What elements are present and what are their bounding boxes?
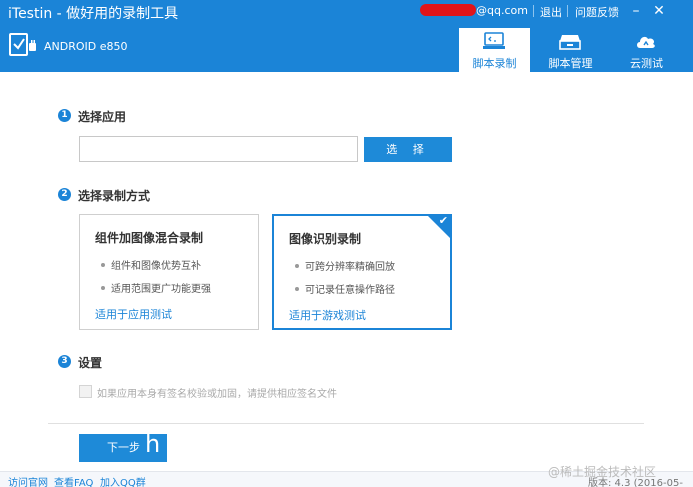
app-path-input[interactable]	[79, 136, 358, 162]
device-name: ANDROID e850	[44, 40, 128, 53]
section-title-settings: 设置	[78, 356, 103, 370]
record-icon	[483, 32, 505, 49]
card-feature-text: 组件和图像优势互补	[111, 261, 201, 272]
redacted-username	[420, 4, 476, 16]
card-usage-link[interactable]: 适用于应用测试	[95, 306, 172, 322]
separator	[533, 5, 534, 17]
card-usage-link[interactable]: 适用于游戏测试	[289, 307, 366, 323]
device-bar: ANDROID e850 脚本录制 脚本管理 云测试	[0, 25, 693, 72]
overlay-glyph: h	[145, 434, 161, 458]
card-feature-text: 可跨分辨率精确回放	[305, 262, 395, 273]
bullet-icon	[295, 264, 299, 268]
step-number: 3	[58, 355, 71, 368]
feedback-link[interactable]: 问题反馈	[575, 4, 619, 20]
device-connected-icon	[9, 33, 36, 56]
tab-script-manage[interactable]: 脚本管理	[535, 28, 606, 72]
section-title-select-app: 选择应用	[78, 110, 127, 124]
tab-cloud-test[interactable]: 云测试	[611, 28, 682, 72]
card-feature: 可跨分辨率精确回放	[295, 258, 395, 273]
step-number: 2	[58, 188, 71, 201]
card-feature-text: 可记录任意操作路径	[305, 285, 395, 296]
select-app-button[interactable]: 选 择	[364, 137, 452, 162]
cloud-icon	[637, 36, 655, 48]
card-title: 组件加图像混合录制	[95, 231, 204, 245]
bullet-icon	[101, 263, 105, 267]
card-title: 图像识别录制	[289, 232, 362, 246]
app-title: iTestin - 做好用的录制工具	[8, 6, 179, 22]
user-email: @qq.com	[476, 4, 528, 17]
footer-link-faq[interactable]: 查看FAQ	[54, 474, 93, 487]
card-feature: 可记录任意操作路径	[295, 281, 395, 296]
logout-link[interactable]: 退出	[540, 4, 562, 20]
separator	[567, 5, 568, 17]
watermark: @稀土掘金技术社区	[548, 465, 657, 479]
next-step-label: 下一步	[107, 441, 140, 454]
bullet-icon	[101, 286, 105, 290]
signature-checkbox[interactable]	[79, 385, 92, 398]
card-feature-text: 适用范围更广功能更强	[111, 284, 211, 295]
section-title-record-mode: 选择录制方式	[78, 189, 151, 203]
checkmark-icon: ✔	[438, 214, 448, 227]
next-step-button[interactable]: 下一步 h	[79, 434, 167, 462]
signature-checkbox-label: 如果应用本身有签名校验或加固，请提供相应签名文件	[97, 389, 337, 400]
title-bar: iTestin - 做好用的录制工具 @qq.com 退出 问题反馈 – ✕	[0, 0, 693, 25]
tab-label: 脚本管理	[548, 57, 593, 70]
card-feature: 组件和图像优势互补	[101, 257, 201, 272]
record-mode-card-image[interactable]: 图像识别录制 可跨分辨率精确回放 可记录任意操作路径 适用于游戏测试 ✔	[272, 214, 452, 330]
step-number: 1	[58, 109, 71, 122]
footer-link-qq-group[interactable]: 加入QQ群	[100, 474, 146, 487]
minimize-icon[interactable]: –	[627, 2, 645, 20]
divider	[48, 423, 644, 424]
bullet-icon	[295, 287, 299, 291]
footer-link-website[interactable]: 访问官网	[8, 474, 48, 487]
record-mode-card-hybrid[interactable]: 组件加图像混合录制 组件和图像优势互补 适用范围更广功能更强 适用于应用测试	[79, 214, 259, 330]
tab-label: 云测试	[630, 57, 663, 70]
folder-icon	[559, 35, 581, 50]
tab-script-record[interactable]: 脚本录制	[459, 28, 530, 72]
close-icon[interactable]: ✕	[650, 2, 668, 20]
card-feature: 适用范围更广功能更强	[101, 280, 211, 295]
tab-label: 脚本录制	[472, 57, 517, 70]
